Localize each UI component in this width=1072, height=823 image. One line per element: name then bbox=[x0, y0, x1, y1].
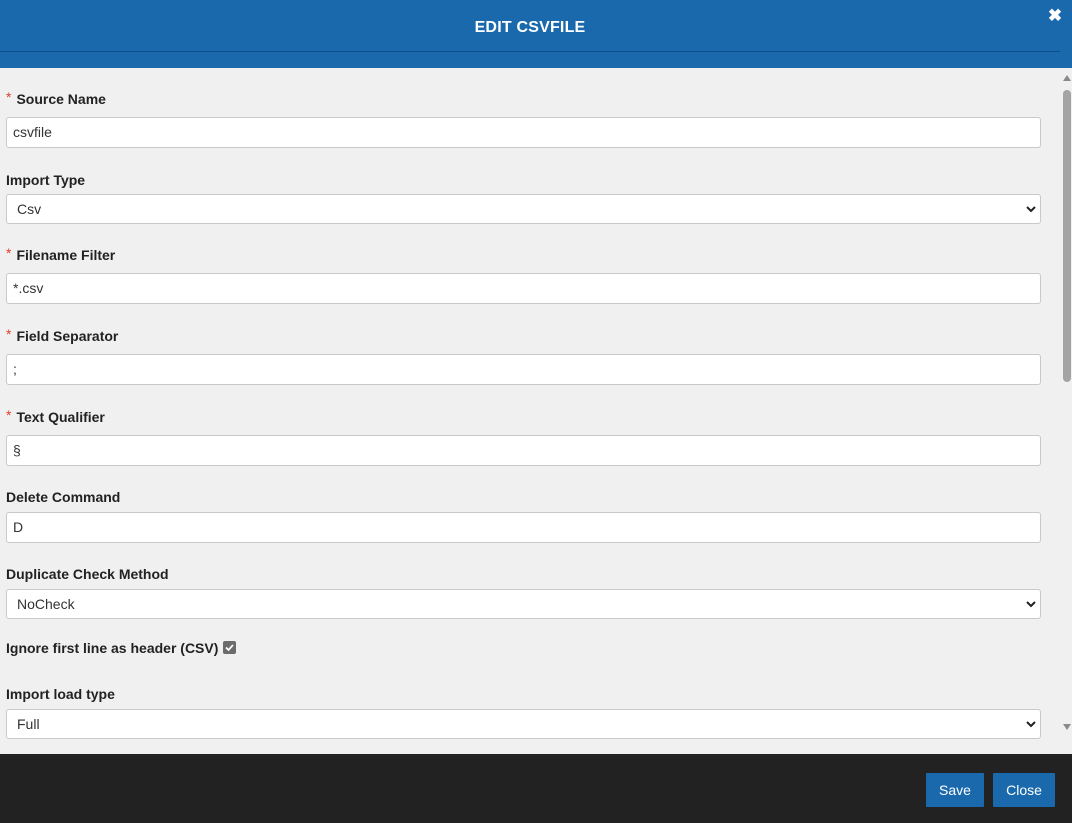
chevron-down-icon bbox=[1026, 721, 1036, 728]
check-icon bbox=[225, 644, 234, 652]
filename-filter-input[interactable]: *.csv bbox=[6, 273, 1041, 304]
source-name-input[interactable]: csvfile bbox=[6, 117, 1041, 148]
close-button[interactable]: Close bbox=[993, 773, 1055, 807]
scroll-down-arrow-icon[interactable] bbox=[1063, 724, 1071, 730]
ignore-header-label: Ignore first line as header (CSV) bbox=[6, 640, 219, 656]
chevron-down-icon bbox=[1026, 601, 1036, 608]
delete-command-label: Delete Command bbox=[6, 489, 121, 505]
ignore-header-checkbox[interactable] bbox=[223, 641, 236, 654]
import-type-label: Import Type bbox=[6, 172, 86, 188]
dialog-footer: Save Close bbox=[0, 754, 1072, 823]
import-load-type-select[interactable]: Full bbox=[6, 709, 1041, 739]
required-marker: * bbox=[6, 407, 12, 423]
scrollbar-thumb[interactable] bbox=[1063, 90, 1071, 382]
header-divider bbox=[0, 51, 1060, 52]
required-marker: * bbox=[6, 89, 12, 105]
source-name-label: * Source Name bbox=[6, 89, 106, 107]
ignore-header-row: Ignore first line as header (CSV) bbox=[6, 640, 236, 656]
required-marker: * bbox=[6, 326, 12, 342]
import-load-type-value: Full bbox=[17, 716, 40, 732]
close-icon[interactable]: ✖ bbox=[1046, 6, 1064, 26]
delete-command-input[interactable]: D bbox=[6, 512, 1041, 543]
vertical-scrollbar[interactable] bbox=[1061, 68, 1072, 754]
chevron-down-icon bbox=[1026, 206, 1036, 213]
required-marker: * bbox=[6, 245, 12, 261]
field-separator-input[interactable]: ; bbox=[6, 354, 1041, 385]
field-separator-label: * Field Separator bbox=[6, 326, 119, 344]
import-type-value: Csv bbox=[17, 201, 42, 217]
dialog-header: EDIT CSVFILE ✖ bbox=[0, 0, 1072, 68]
duplicate-check-value: NoCheck bbox=[17, 596, 75, 612]
duplicate-check-select[interactable]: NoCheck bbox=[6, 589, 1041, 619]
text-qualifier-label: * Text Qualifier bbox=[6, 407, 105, 425]
dialog-title: EDIT CSVFILE bbox=[474, 19, 586, 36]
save-button[interactable]: Save bbox=[926, 773, 984, 807]
text-qualifier-input[interactable]: § bbox=[6, 435, 1041, 466]
duplicate-check-label: Duplicate Check Method bbox=[6, 566, 169, 582]
scroll-up-arrow-icon[interactable] bbox=[1063, 75, 1071, 81]
import-load-type-label: Import load type bbox=[6, 686, 115, 702]
import-type-select[interactable]: Csv bbox=[6, 194, 1041, 224]
form-content: * Source Name csvfile Import Type Csv * Fi… bbox=[0, 68, 1061, 754]
filename-filter-label: * Filename Filter bbox=[6, 245, 116, 263]
